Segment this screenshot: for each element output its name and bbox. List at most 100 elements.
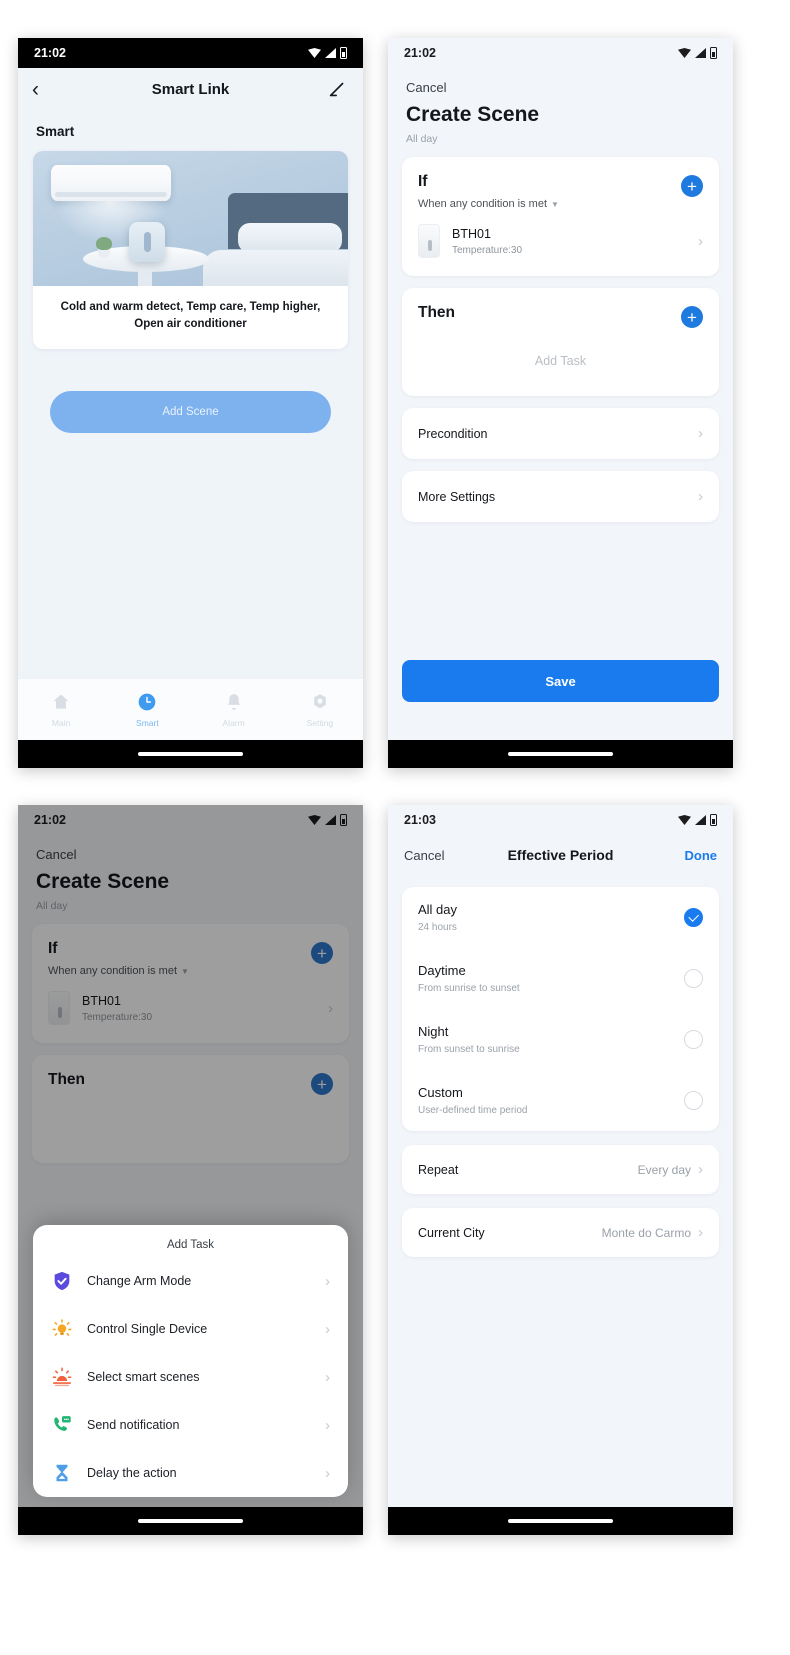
status-time: 21:02 xyxy=(34,46,66,60)
save-button[interactable]: Save xyxy=(402,660,719,702)
device-thumbnail-icon xyxy=(48,991,70,1025)
effective-period-subtitle: All day xyxy=(36,900,68,912)
sheet-item-change-arm-mode[interactable]: Change Arm Mode › xyxy=(33,1257,348,1305)
status-bar: 21:02 xyxy=(18,805,363,835)
sheet-item-delay-the-action[interactable]: Delay the action › xyxy=(33,1449,348,1497)
battery-icon xyxy=(340,47,347,59)
home-indicator-bar xyxy=(388,740,733,768)
tab-setting[interactable]: Setting xyxy=(277,692,363,728)
sheet-item-label: Change Arm Mode xyxy=(87,1274,192,1288)
add-scene-button[interactable]: Add Scene xyxy=(50,390,331,433)
condition-mode-selector[interactable]: When any condition is met ▼ xyxy=(48,965,311,977)
then-card-header: Then + xyxy=(32,1055,349,1095)
cancel-button[interactable]: Cancel xyxy=(404,848,444,863)
scene-card[interactable]: Cold and warm detect, Temp care, Temp hi… xyxy=(33,151,348,349)
repeat-label: Repeat xyxy=(418,1162,459,1177)
sheet-item-send-notification[interactable]: Send notification › xyxy=(33,1401,348,1449)
tab-smart[interactable]: Smart xyxy=(104,692,190,728)
tab-main-label: Main xyxy=(51,717,71,728)
tab-alarm-label: Alarm xyxy=(222,717,245,728)
shield-check-icon xyxy=(51,1270,73,1292)
current-city-value: Monte do Carmo xyxy=(601,1225,691,1240)
create-scene-screen: 21:02 Cancel Create Scene All day If Whe… xyxy=(388,38,733,768)
radio-selected-icon[interactable] xyxy=(684,908,703,927)
sheet-item-label: Control Single Device xyxy=(87,1322,208,1336)
option-all-day[interactable]: All day 24 hours xyxy=(402,887,719,948)
add-condition-button[interactable]: + xyxy=(681,175,703,197)
temperature-sensor-graphic xyxy=(129,222,165,262)
current-city-row[interactable]: Current City Monte do Carmo › xyxy=(402,1208,719,1257)
wifi-icon xyxy=(678,48,691,58)
status-icons xyxy=(678,47,717,59)
condition-row[interactable]: BTH01 Temperature:30 › xyxy=(402,210,719,276)
option-daytime[interactable]: Daytime From sunrise to sunset xyxy=(402,948,719,1009)
if-heading: If xyxy=(418,173,428,190)
then-heading: Then xyxy=(418,304,456,321)
sheet-item-select-smart-scenes[interactable]: Select smart scenes › xyxy=(33,1353,348,1401)
phone-screen-add-task-sheet: 21:02 Cancel Create Scene All day If Whe… xyxy=(18,805,363,1535)
status-icons xyxy=(678,814,717,826)
effective-period-subtitle: All day xyxy=(406,133,438,145)
done-button[interactable]: Done xyxy=(685,848,718,863)
status-bar: 21:02 xyxy=(388,38,733,68)
chevron-right-icon: › xyxy=(698,425,703,442)
tab-smart-label: Smart xyxy=(136,717,159,728)
add-task-placeholder[interactable]: Add Task xyxy=(402,328,719,396)
condition-row[interactable]: BTH01 Temperature:30 › xyxy=(32,977,349,1043)
device-name: BTH01 xyxy=(452,226,491,241)
sheet-title: Add Task xyxy=(166,1239,215,1251)
radio-unselected-icon[interactable] xyxy=(684,1030,703,1049)
more-settings-row[interactable]: More Settings › xyxy=(402,471,719,522)
radio-unselected-icon[interactable] xyxy=(684,969,703,988)
bottom-tab-bar: Main Smart Alarm Setting xyxy=(18,678,363,740)
precondition-row[interactable]: Precondition › xyxy=(402,408,719,459)
chevron-right-icon: › xyxy=(325,1368,330,1386)
tab-alarm[interactable]: Alarm xyxy=(191,692,277,728)
condition-mode-label: When any condition is met xyxy=(418,198,548,210)
condition-mode-label: When any condition is met xyxy=(48,965,178,977)
device-detail: Temperature:30 xyxy=(452,244,523,256)
wifi-icon xyxy=(308,48,321,58)
navigation-bar: ‹ Smart Link xyxy=(18,68,363,110)
radio-unselected-icon[interactable] xyxy=(684,1091,703,1110)
sheet-item-control-single-device[interactable]: Control Single Device › xyxy=(33,1305,348,1353)
option-custom[interactable]: Custom User-defined time period xyxy=(402,1070,719,1131)
cancel-button[interactable]: Cancel xyxy=(388,68,733,95)
battery-icon xyxy=(710,47,717,59)
if-heading: If xyxy=(48,940,58,957)
wifi-icon xyxy=(308,815,321,825)
chevron-down-icon: ▼ xyxy=(551,199,559,209)
sheet-item-label: Delay the action xyxy=(87,1466,177,1480)
edit-pencil-icon[interactable] xyxy=(327,78,349,100)
sheet-item-label: Select smart scenes xyxy=(87,1370,200,1384)
tab-main[interactable]: Main xyxy=(18,692,104,728)
scene-caption: Cold and warm detect, Temp care, Temp hi… xyxy=(60,301,321,331)
add-task-button[interactable]: + xyxy=(311,1073,333,1095)
add-condition-button[interactable]: + xyxy=(311,942,333,964)
then-card: Then + xyxy=(32,1055,349,1163)
phone-screen-smart-link: 21:02 ‹ Smart Link Smart Cold and warm d… xyxy=(18,38,363,768)
pillow-graphic xyxy=(238,223,342,253)
signal-icon xyxy=(695,48,706,58)
cancel-button[interactable]: Cancel xyxy=(18,835,363,862)
sheet-item-label: Send notification xyxy=(87,1418,180,1432)
section-title: Smart xyxy=(36,124,75,139)
status-icons xyxy=(308,47,347,59)
screenshot-board: 21:02 ‹ Smart Link Smart Cold and warm d… xyxy=(0,0,790,1655)
if-card: If When any condition is met ▼ + BTH01 T… xyxy=(402,157,719,276)
if-card: If When any condition is met ▼ + BTH01 T… xyxy=(32,924,349,1043)
hourglass-icon xyxy=(51,1462,73,1484)
add-task-button[interactable]: + xyxy=(681,306,703,328)
option-night[interactable]: Night From sunset to sunrise xyxy=(402,1009,719,1070)
option-title: All day xyxy=(418,902,458,917)
back-button[interactable]: ‹ xyxy=(32,79,56,100)
phone-message-icon xyxy=(51,1414,73,1436)
condition-mode-selector[interactable]: When any condition is met ▼ xyxy=(418,198,681,210)
signal-icon xyxy=(695,815,706,825)
repeat-row[interactable]: Repeat Every day › xyxy=(402,1145,719,1194)
chevron-right-icon: › xyxy=(698,232,703,250)
clock-icon xyxy=(137,692,157,712)
add-task-placeholder[interactable] xyxy=(32,1095,349,1163)
precondition-label: Precondition xyxy=(418,426,488,441)
device-detail: Temperature:30 xyxy=(82,1011,153,1023)
